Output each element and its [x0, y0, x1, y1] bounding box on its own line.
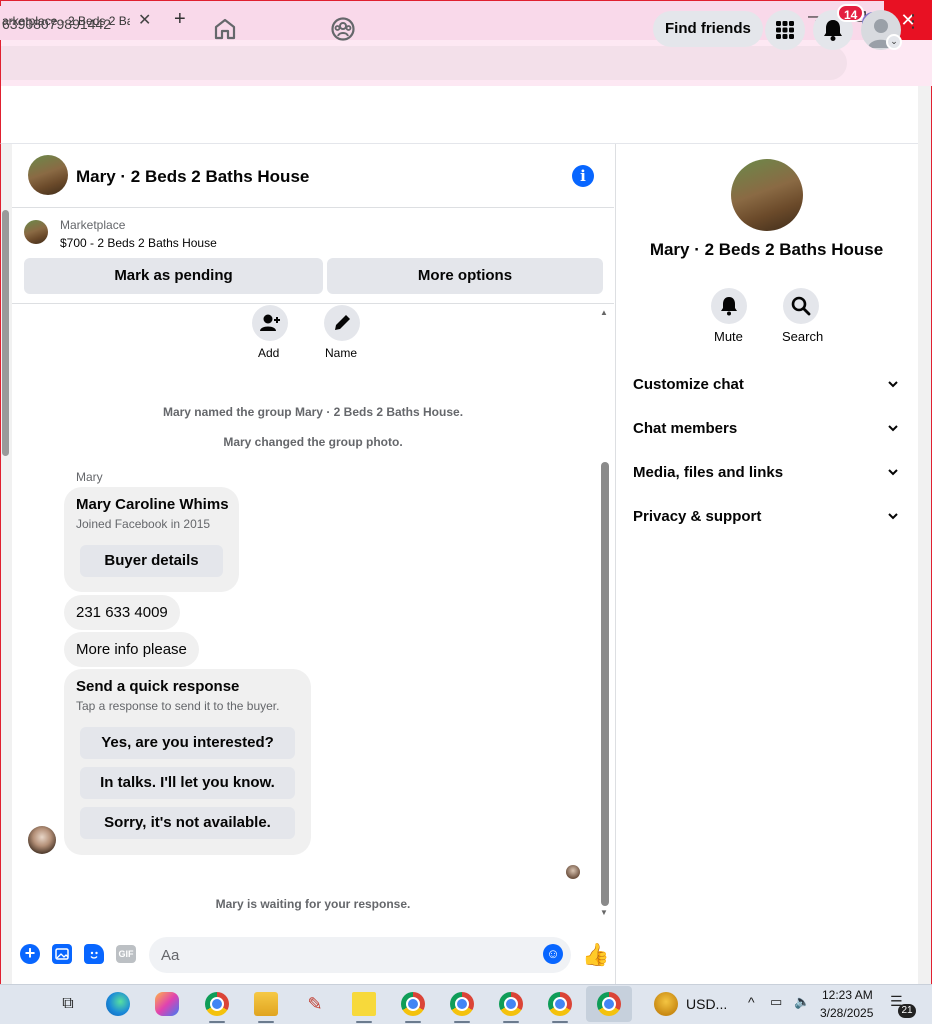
sender-name: Mary: [76, 470, 103, 484]
panel-title: Mary · 2 Beds 2 Baths House: [649, 240, 884, 259]
chat-group-photo[interactable]: [28, 155, 68, 195]
chrome-icon[interactable]: [597, 992, 621, 1016]
clock-time[interactable]: 12:23 AM: [822, 988, 873, 1002]
pencil-icon: [335, 315, 350, 330]
quick-response-option[interactable]: In talks. I'll let you know.: [80, 767, 295, 799]
facebook-top-nav: [0, 86, 918, 144]
buyer-details-button[interactable]: Buyer details: [80, 545, 223, 577]
new-tab-icon[interactable]: +: [174, 8, 186, 31]
paint-icon[interactable]: ✎: [303, 992, 327, 1016]
search-button[interactable]: [783, 288, 819, 324]
chat-scrollbar-thumb[interactable]: [601, 462, 609, 906]
chevron-down-icon: [887, 378, 899, 393]
chevron-down-icon: [887, 510, 899, 525]
quick-response-subtitle: Tap a response to send it to the buyer.: [76, 699, 280, 713]
left-scrollbar-thumb[interactable]: [2, 210, 9, 456]
buyer-joined: Joined Facebook in 2015: [76, 517, 211, 531]
gif-icon[interactable]: GIF: [116, 945, 136, 963]
search-icon: [791, 296, 811, 316]
media-files-links-row[interactable]: Media, files and links: [633, 464, 903, 488]
chrome-icon[interactable]: [548, 992, 572, 1023]
name-label: Name: [325, 346, 358, 360]
chrome-icon[interactable]: [499, 992, 523, 1023]
name-group-button[interactable]: [324, 305, 360, 341]
home-icon[interactable]: [212, 16, 238, 47]
mute-button[interactable]: [711, 288, 747, 324]
apps-grid-button[interactable]: [765, 10, 805, 50]
emoji-icon[interactable]: ☺: [543, 944, 563, 964]
notification-count-badge: 14: [837, 4, 865, 22]
privacy-support-row[interactable]: Privacy & support: [633, 508, 903, 532]
sticker-icon[interactable]: [84, 944, 104, 964]
search-label: Search: [782, 329, 824, 344]
volume-icon[interactable]: 🔈: [794, 994, 810, 1010]
row-label: Customize chat: [633, 376, 744, 393]
address-url[interactable]: 63908079891442: [2, 16, 111, 32]
mute-label: Mute: [714, 329, 743, 344]
page-scrollbar[interactable]: [918, 86, 932, 984]
add-person-icon: [260, 314, 280, 331]
task-view-icon[interactable]: ⧉: [56, 992, 80, 1016]
sticky-notes-icon[interactable]: [352, 992, 376, 1023]
seen-receipt-avatar: [566, 865, 580, 879]
chrome-icon[interactable]: [450, 992, 474, 1023]
add-people-button[interactable]: [252, 305, 288, 341]
find-friends-button[interactable]: Find friends: [653, 11, 763, 47]
chat-info-panel: [615, 144, 918, 984]
chrome-icon[interactable]: [401, 992, 425, 1023]
notification-center-count: 21: [898, 1004, 916, 1018]
customize-chat-row[interactable]: Customize chat: [633, 376, 903, 400]
marketplace-label: Marketplace: [60, 218, 126, 232]
sender-avatar[interactable]: [28, 826, 56, 854]
buyer-name: Mary Caroline Whims: [76, 496, 229, 513]
info-icon[interactable]: i: [572, 165, 594, 187]
file-explorer-icon[interactable]: [254, 992, 278, 1023]
address-bar[interactable]: [1, 46, 847, 80]
row-label: Privacy & support: [633, 508, 762, 525]
chevron-up-icon[interactable]: ^: [748, 994, 755, 1010]
chevron-down-icon[interactable]: ⌄: [886, 34, 902, 50]
system-message: Mary changed the group photo.: [223, 435, 403, 449]
chrome-icon[interactable]: [205, 992, 229, 1023]
groups-icon[interactable]: [330, 16, 356, 47]
chat-members-row[interactable]: Chat members: [633, 420, 903, 444]
browser-menu-icon[interactable]: ⋮: [904, 11, 922, 32]
copilot-icon[interactable]: [155, 992, 179, 1016]
clock-date[interactable]: 3/28/2025: [820, 1006, 873, 1020]
waiting-status: Mary is waiting for your response.: [215, 897, 411, 911]
row-label: Chat members: [633, 420, 738, 437]
plus-icon[interactable]: +: [20, 944, 40, 964]
mark-as-pending-button[interactable]: Mark as pending: [24, 258, 323, 294]
thumbs-up-icon[interactable]: 👍: [582, 942, 609, 968]
chat-scroll-up-arrow[interactable]: ▲: [600, 308, 608, 317]
quick-response-option[interactable]: Yes, are you interested?: [80, 727, 295, 759]
row-label: Media, files and links: [633, 464, 784, 481]
more-options-button[interactable]: More options: [327, 258, 603, 294]
edge-icon[interactable]: [106, 992, 130, 1016]
network-icon[interactable]: ▭: [770, 994, 782, 1010]
panel-group-photo[interactable]: [731, 159, 803, 231]
photo-icon[interactable]: [52, 944, 72, 964]
message-input[interactable]: [149, 937, 571, 973]
tab-close-icon[interactable]: ✕: [138, 10, 151, 30]
currency-widget-icon[interactable]: [654, 992, 678, 1016]
chevron-down-icon: [887, 466, 899, 481]
apps-grid-icon: [776, 21, 794, 39]
add-label: Add: [258, 346, 280, 360]
currency-widget-label[interactable]: USD...: [686, 996, 727, 1012]
quick-response-option[interactable]: Sorry, it's not available.: [80, 807, 295, 839]
quick-response-title: Send a quick response: [76, 678, 240, 695]
chat-title[interactable]: Mary · 2 Beds 2 Baths House: [76, 167, 309, 187]
listing-thumbnail[interactable]: [24, 220, 48, 244]
chevron-down-icon: [887, 422, 899, 437]
message-bubble[interactable]: More info please: [64, 632, 199, 667]
message-bubble[interactable]: 231 633 4009: [64, 595, 180, 630]
bell-icon: [721, 297, 737, 316]
system-message: Mary named the group Mary · 2 Beds 2 Bat…: [162, 405, 464, 419]
listing-title[interactable]: $700 - 2 Beds 2 Baths House: [60, 236, 217, 250]
